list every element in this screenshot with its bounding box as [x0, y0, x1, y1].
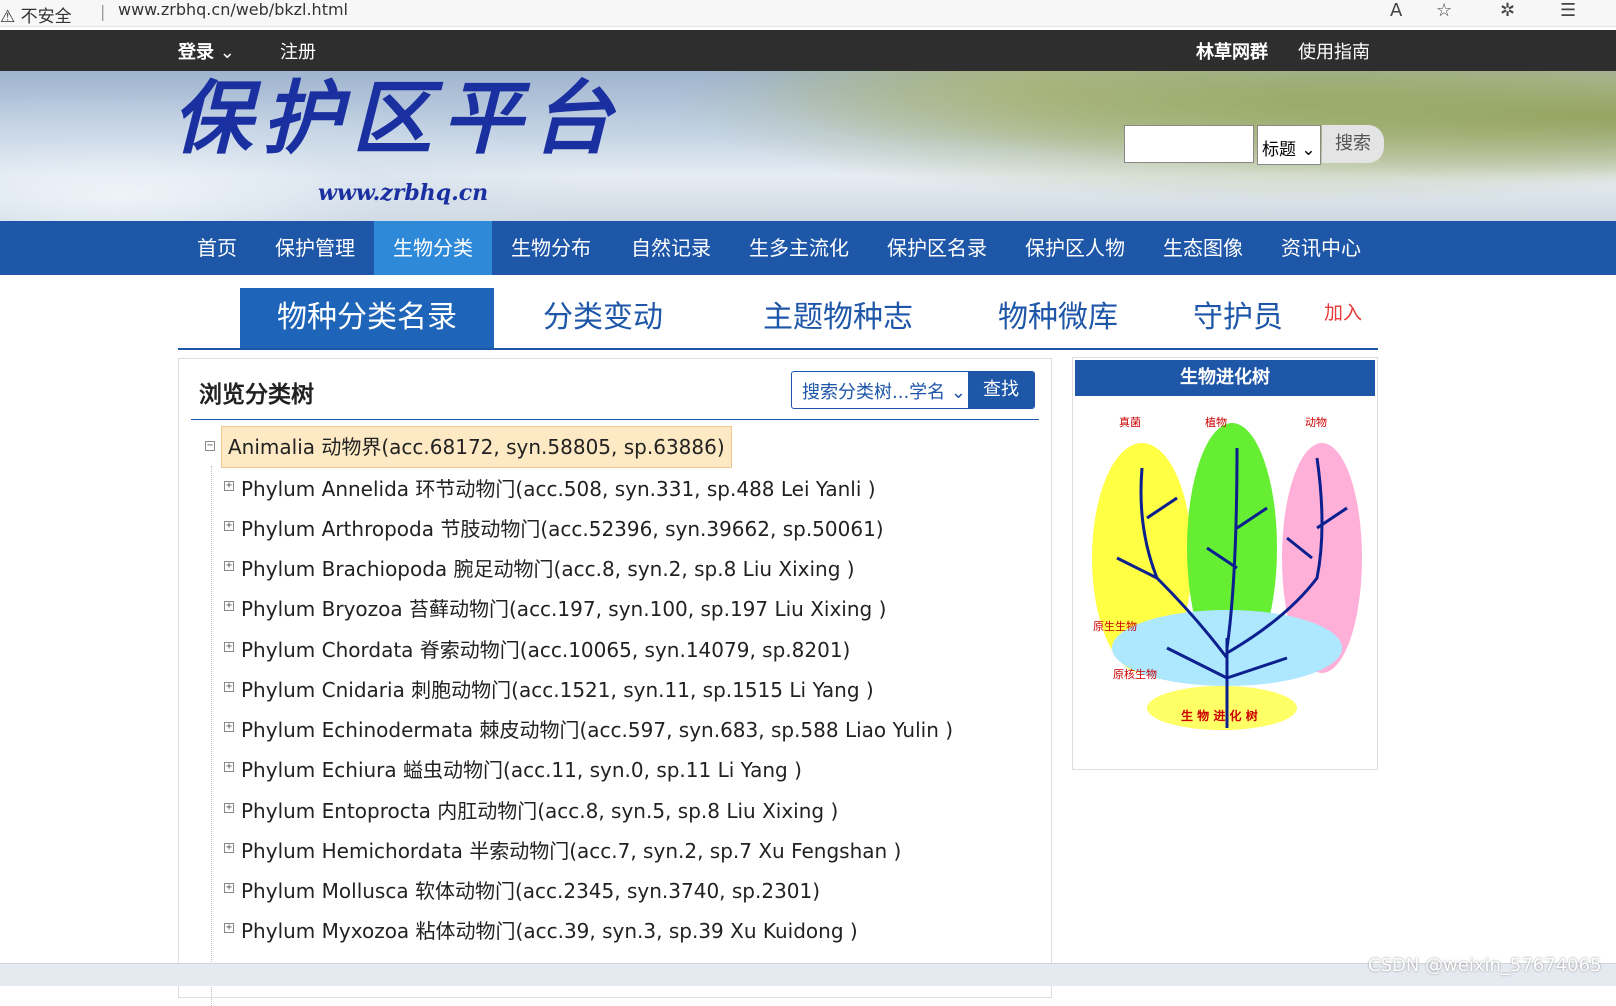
tree-node[interactable]: Phylum Mollusca 软体动物门(acc.2345, syn.3740…	[241, 875, 820, 904]
url-field[interactable]: www.zrbhq.cn/web/bkzl.html	[118, 0, 348, 19]
tree-node[interactable]: Phylum Brachiopoda 腕足动物门(acc.8, syn.2, s…	[241, 553, 855, 582]
collapse-icon[interactable]: −	[205, 441, 215, 451]
tree-search-select-label: 搜索分类树...学名	[802, 382, 946, 403]
site-logo[interactable]: 保护区平台	[172, 78, 622, 158]
nav-item-news[interactable]: 资讯中心	[1262, 221, 1380, 275]
header-search-button[interactable]: 搜索	[1322, 125, 1384, 163]
tree-node[interactable]: Phylum Bryozoa 苔藓动物门(acc.197, syn.100, s…	[241, 593, 886, 622]
banner-trees	[556, 71, 1616, 221]
expand-icon[interactable]: +	[224, 642, 234, 652]
tree-node[interactable]: Phylum Arthropoda 节肢动物门(acc.52396, syn.3…	[241, 513, 884, 542]
sub-tabs: 物种分类名录 分类变动 主题物种志 物种微库 守护员 加入	[178, 288, 1378, 350]
header-search-input[interactable]	[1124, 125, 1254, 163]
expand-icon[interactable]: +	[224, 762, 234, 772]
evolution-caption: 生 物 进 化 树	[1181, 708, 1258, 723]
join-link[interactable]: 加入	[1324, 298, 1362, 325]
read-aloud-icon[interactable]: A	[1390, 0, 1402, 21]
expand-icon[interactable]: +	[224, 803, 234, 813]
expand-icon[interactable]: +	[224, 601, 234, 611]
expand-icon[interactable]: +	[224, 561, 234, 571]
guide-link[interactable]: 使用指南	[1298, 38, 1370, 64]
tree-root-node[interactable]: Animalia 动物界(acc.68172, syn.58805, sp.63…	[221, 426, 732, 468]
tree-search-button[interactable]: 查找	[968, 372, 1034, 408]
protists-label: 原生生物	[1093, 619, 1137, 633]
main-nav: 首页 保护管理 生物分类 生物分布 自然记录 生多主流化 保护区名录 保护区人物…	[0, 221, 1616, 275]
tree-node[interactable]: Phylum Chordata 脊索动物门(acc.10065, syn.140…	[241, 634, 850, 663]
nav-item-reserve-people[interactable]: 保护区人物	[1006, 221, 1144, 275]
favorite-add-icon[interactable]: ☆	[1436, 0, 1452, 21]
tree-node[interactable]: Phylum Annelida 环节动物门(acc.508, syn.331, …	[241, 473, 876, 502]
evolution-tree-image[interactable]: 真菌 植物 动物 原生生物 原核生物 生 物 进 化 树	[1087, 408, 1367, 748]
panel-title: 浏览分类树	[199, 382, 314, 408]
chevron-down-icon: ⌄	[219, 42, 235, 63]
security-warning-icon[interactable]: ⚠ 不安全	[0, 2, 72, 27]
expand-icon[interactable]: +	[224, 883, 234, 893]
tree-node[interactable]: Phylum Entoprocta 内肛动物门(acc.8, syn.5, sp…	[241, 795, 838, 824]
tree-node[interactable]: Phylum Echiura 螠虫动物门(acc.11, syn.0, sp.1…	[241, 754, 802, 783]
register-link[interactable]: 注册	[280, 38, 316, 64]
taxonomy-tree-panel: 浏览分类树 搜索分类树...学名 ⌄ 查找 − Animalia 动物界(acc…	[178, 358, 1052, 1006]
expand-icon[interactable]: +	[224, 521, 234, 531]
nav-item-home[interactable]: 首页	[178, 221, 256, 275]
divider	[191, 419, 1039, 420]
tree-node[interactable]: Phylum Cnidaria 刺胞动物门(acc.1521, syn.11, …	[241, 674, 874, 703]
chevron-down-icon: ⌄	[1301, 140, 1316, 160]
security-label: 不安全	[20, 7, 72, 27]
forest-group-link[interactable]: 林草网群	[1196, 38, 1268, 64]
evolution-panel-title: 生物进化树	[1075, 360, 1375, 396]
search-select-value: 标题	[1262, 140, 1296, 160]
site-logo-url: www.zrbhq.cn	[318, 180, 489, 206]
top-bar: 登录 ⌄ 注册 林草网群 使用指南	[0, 30, 1616, 71]
evolution-tree-panel: 生物进化树 真菌 植物 动物 原生生物 原核生物 生 物 进 化 树	[1072, 357, 1378, 770]
expand-icon[interactable]: +	[224, 682, 234, 692]
favorites-list-icon[interactable]: ☰	[1560, 0, 1576, 21]
prokaryotes-label: 原核生物	[1113, 667, 1157, 681]
tree-connector-line	[211, 466, 212, 1006]
animals-label: 动物	[1305, 415, 1327, 429]
nav-item-mainstreaming[interactable]: 生多主流化	[730, 221, 868, 275]
expand-icon[interactable]: +	[224, 843, 234, 853]
fungi-label: 真菌	[1119, 415, 1141, 429]
tab-species-monographs[interactable]: 主题物种志	[738, 288, 938, 348]
expand-icon[interactable]: +	[224, 481, 234, 491]
watermark: CSDN @weixin_57674065	[1368, 955, 1602, 976]
nav-item-taxonomy[interactable]: 生物分类	[374, 221, 492, 275]
tree-search-select[interactable]: 搜索分类树...学名 ⌄	[802, 378, 966, 404]
expand-icon[interactable]: +	[224, 722, 234, 732]
chevron-down-icon: ⌄	[950, 382, 966, 403]
nav-item-protection[interactable]: 保护管理	[256, 221, 374, 275]
address-separator: |	[100, 2, 106, 21]
nav-item-eco-images[interactable]: 生态图像	[1144, 221, 1262, 275]
nav-item-reserve-list[interactable]: 保护区名录	[868, 221, 1006, 275]
nav-item-nature-records[interactable]: 自然记录	[612, 221, 730, 275]
header-search-select[interactable]: 标题 ⌄	[1257, 125, 1321, 165]
plants-label: 植物	[1205, 415, 1227, 429]
extensions-icon[interactable]: ✲	[1500, 0, 1515, 21]
tab-taxonomy-changes[interactable]: 分类变动	[518, 288, 688, 348]
nav-item-distribution[interactable]: 生物分布	[492, 221, 610, 275]
browser-address-bar: ⚠ 不安全 | www.zrbhq.cn/web/bkzl.html A ☆ ✲…	[0, 0, 1616, 27]
tab-species-catalog[interactable]: 物种分类名录	[240, 288, 494, 348]
expand-icon[interactable]: +	[224, 923, 234, 933]
tree-node[interactable]: Phylum Echinodermata 棘皮动物门(acc.597, syn.…	[241, 714, 953, 743]
tree-node[interactable]: Phylum Myxozoa 粘体动物门(acc.39, syn.3, sp.3…	[241, 915, 858, 944]
tab-species-microlib[interactable]: 物种微库	[968, 288, 1148, 348]
tree-search: 搜索分类树...学名 ⌄ 查找	[791, 371, 1035, 409]
tree-node[interactable]: Phylum Hemichordata 半索动物门(acc.7, syn.2, …	[241, 835, 901, 864]
login-link[interactable]: 登录 ⌄	[178, 38, 235, 64]
tab-guardians[interactable]: 守护员	[1178, 288, 1298, 348]
